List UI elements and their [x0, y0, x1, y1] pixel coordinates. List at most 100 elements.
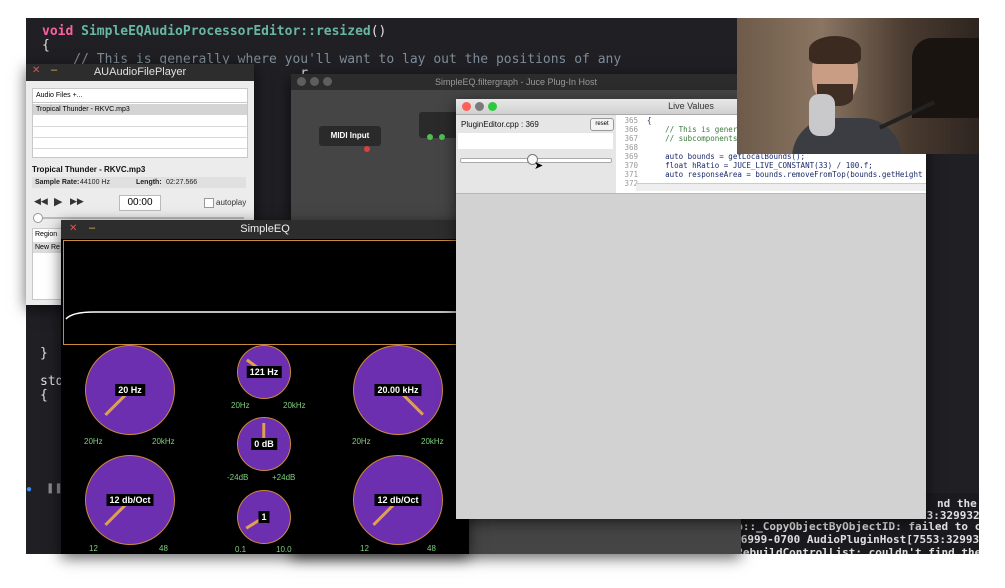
mouse-cursor-icon: ➤	[534, 160, 544, 172]
open-brace: {	[40, 388, 48, 403]
knob-area: 20 Hz 20Hz 20kHz 121 Hz 20Hz 20kHz 20.00 kHz 20…	[61, 345, 469, 554]
minimize-icon[interactable]: –	[89, 222, 95, 234]
length-label: Length:	[136, 179, 162, 186]
knob-value: 1	[258, 511, 270, 523]
knob-value: 12 db/Oct	[374, 494, 422, 506]
position-slider-thumb[interactable]	[33, 213, 43, 223]
audio-file-list[interactable]: Audio Files +... Tropical Thunder - RKVC…	[32, 88, 248, 158]
knob-value: 0 dB	[251, 438, 277, 450]
audio-pin[interactable]	[427, 134, 433, 140]
filtergraph-titlebar[interactable]: SimpleEQ.filtergraph - Juce Plug-In Host	[291, 74, 741, 90]
knob-min-label: -24dB	[227, 473, 249, 482]
knob-min-label: 20Hz	[231, 401, 250, 410]
eq-knob[interactable]: 121 Hz	[237, 345, 291, 399]
midi-output-pin[interactable]	[364, 146, 370, 152]
eq-knob[interactable]: 1	[237, 490, 291, 544]
response-curve-line	[65, 311, 468, 320]
code-preview-line: 371 auto responseArea = bounds.removeFro…	[616, 170, 922, 179]
eq-knob[interactable]: 12 db/Oct	[353, 455, 443, 545]
minimize-icon[interactable]	[475, 102, 484, 111]
close-icon[interactable]	[462, 102, 471, 111]
knob-value: 12 db/Oct	[106, 494, 154, 506]
code-preview-text-line: {	[638, 116, 652, 125]
line-number: 372	[624, 179, 638, 188]
player-titlebar[interactable]: AUAudioFilePlayer	[26, 64, 254, 81]
knob-min-label: 12	[360, 544, 369, 553]
region-header: Region	[35, 231, 58, 238]
list-item-label: Tropical Thunder - RKVC.mp3	[36, 106, 130, 113]
list-row-divider	[33, 148, 247, 149]
list-item[interactable]: Tropical Thunder - RKVC.mp3	[33, 104, 247, 115]
simpleeq-window[interactable]: SimpleEQ ✕ – 20 Hz 20Hz 20kHz 121 Hz 20Hz 20k…	[61, 220, 469, 554]
midi-input-label: MIDI Input	[330, 131, 370, 140]
knob-value: 121 Hz	[246, 366, 282, 378]
close-icon[interactable]	[297, 77, 306, 86]
sample-rate-value: 44100 Hz	[80, 179, 110, 186]
close-icon[interactable]: ✕	[69, 223, 77, 234]
line-number: 368	[624, 143, 638, 152]
player-title: AUAudioFilePlayer	[93, 66, 187, 78]
knob-value: 20.00 kHz	[374, 384, 422, 396]
knob-min-label: 20Hz	[84, 437, 103, 446]
line-number: 371	[624, 170, 638, 179]
microphone	[809, 94, 835, 136]
zoom-icon[interactable]	[323, 77, 332, 86]
eq-knob[interactable]: 0 dB	[237, 417, 291, 471]
code-preview-line: 368	[616, 143, 647, 152]
value-field[interactable]	[458, 133, 613, 149]
breakpoint-icon[interactable]: ●	[26, 484, 36, 495]
simpleeq-title: SimpleEQ	[240, 223, 290, 235]
knob-max-label: 48	[159, 544, 168, 553]
code-preview-text-line	[638, 143, 647, 152]
code-preview-text-line: auto responseArea = bounds.removeFromTop…	[638, 170, 923, 179]
position-slider[interactable]	[34, 217, 244, 219]
code-preview-line: 365 {	[616, 116, 652, 125]
minimize-icon[interactable]: –	[51, 64, 57, 76]
minimize-icon[interactable]	[310, 77, 319, 86]
filtergraph-title: SimpleEQ.filtergraph - Juce Plug-In Host	[434, 77, 598, 87]
time-value: 00:00	[127, 197, 153, 208]
audio-pin[interactable]	[439, 134, 445, 140]
sample-rate-label: Sample Rate:	[35, 179, 80, 186]
length-value: 02:27.566	[166, 179, 198, 186]
region-item-label: New Re	[35, 244, 60, 251]
line-number: 367	[624, 134, 638, 143]
webcam-overlay	[737, 18, 979, 154]
line-number: 370	[624, 161, 638, 170]
time-display: 00:00	[119, 195, 161, 211]
reset-label: reset	[595, 121, 609, 127]
knob-max-label: 20kHz	[421, 437, 444, 446]
line-number: 365	[624, 116, 638, 125]
live-values-window[interactable]: Live Values PluginEditor.cpp : 369 reset…	[456, 99, 926, 519]
code-text: ()	[370, 24, 387, 39]
knob-max-label: 10.0	[276, 545, 292, 554]
play-icon[interactable]: ▶	[54, 195, 62, 208]
reset-button[interactable]: reset	[590, 118, 614, 131]
zoom-icon[interactable]	[488, 102, 497, 111]
autoplay-label: autoplay	[216, 198, 247, 207]
simpleeq-titlebar[interactable]: SimpleEQ	[61, 220, 469, 239]
fast-forward-icon[interactable]: ▶▶	[70, 196, 84, 207]
midi-input-node[interactable]: MIDI Input	[319, 126, 381, 146]
code-scrollbar[interactable]	[636, 183, 926, 191]
rewind-icon[interactable]: ◀◀	[34, 196, 48, 207]
code-preview-text-line: float hRatio = JUCE_LIVE_CONSTANT(33) / …	[638, 161, 873, 170]
knob-min-label: 0.1	[235, 545, 247, 554]
list-row-divider	[33, 126, 247, 127]
eq-knob[interactable]: 20 Hz	[85, 345, 175, 435]
eq-knob[interactable]: 20.00 kHz	[353, 345, 443, 435]
code-keyword: void	[42, 24, 82, 39]
response-curve-svg	[65, 311, 468, 320]
line-number: 369	[624, 152, 638, 161]
knob-min-label: 12	[89, 544, 98, 553]
code-text: {	[42, 38, 50, 53]
audio-files-header[interactable]: Audio Files +...	[33, 89, 247, 103]
code-function: SimpleEQAudioProcessorEditor::resized	[81, 24, 371, 39]
autoplay-checkbox[interactable]	[204, 198, 214, 208]
eq-knob[interactable]: 12 db/Oct	[85, 455, 175, 545]
knob-max-label: 20kHz	[283, 401, 306, 410]
response-curve	[63, 240, 468, 345]
knob-max-label: 20kHz	[152, 437, 175, 446]
console-fragment: 53:329932]	[920, 509, 979, 522]
close-icon[interactable]: ✕	[32, 65, 40, 76]
